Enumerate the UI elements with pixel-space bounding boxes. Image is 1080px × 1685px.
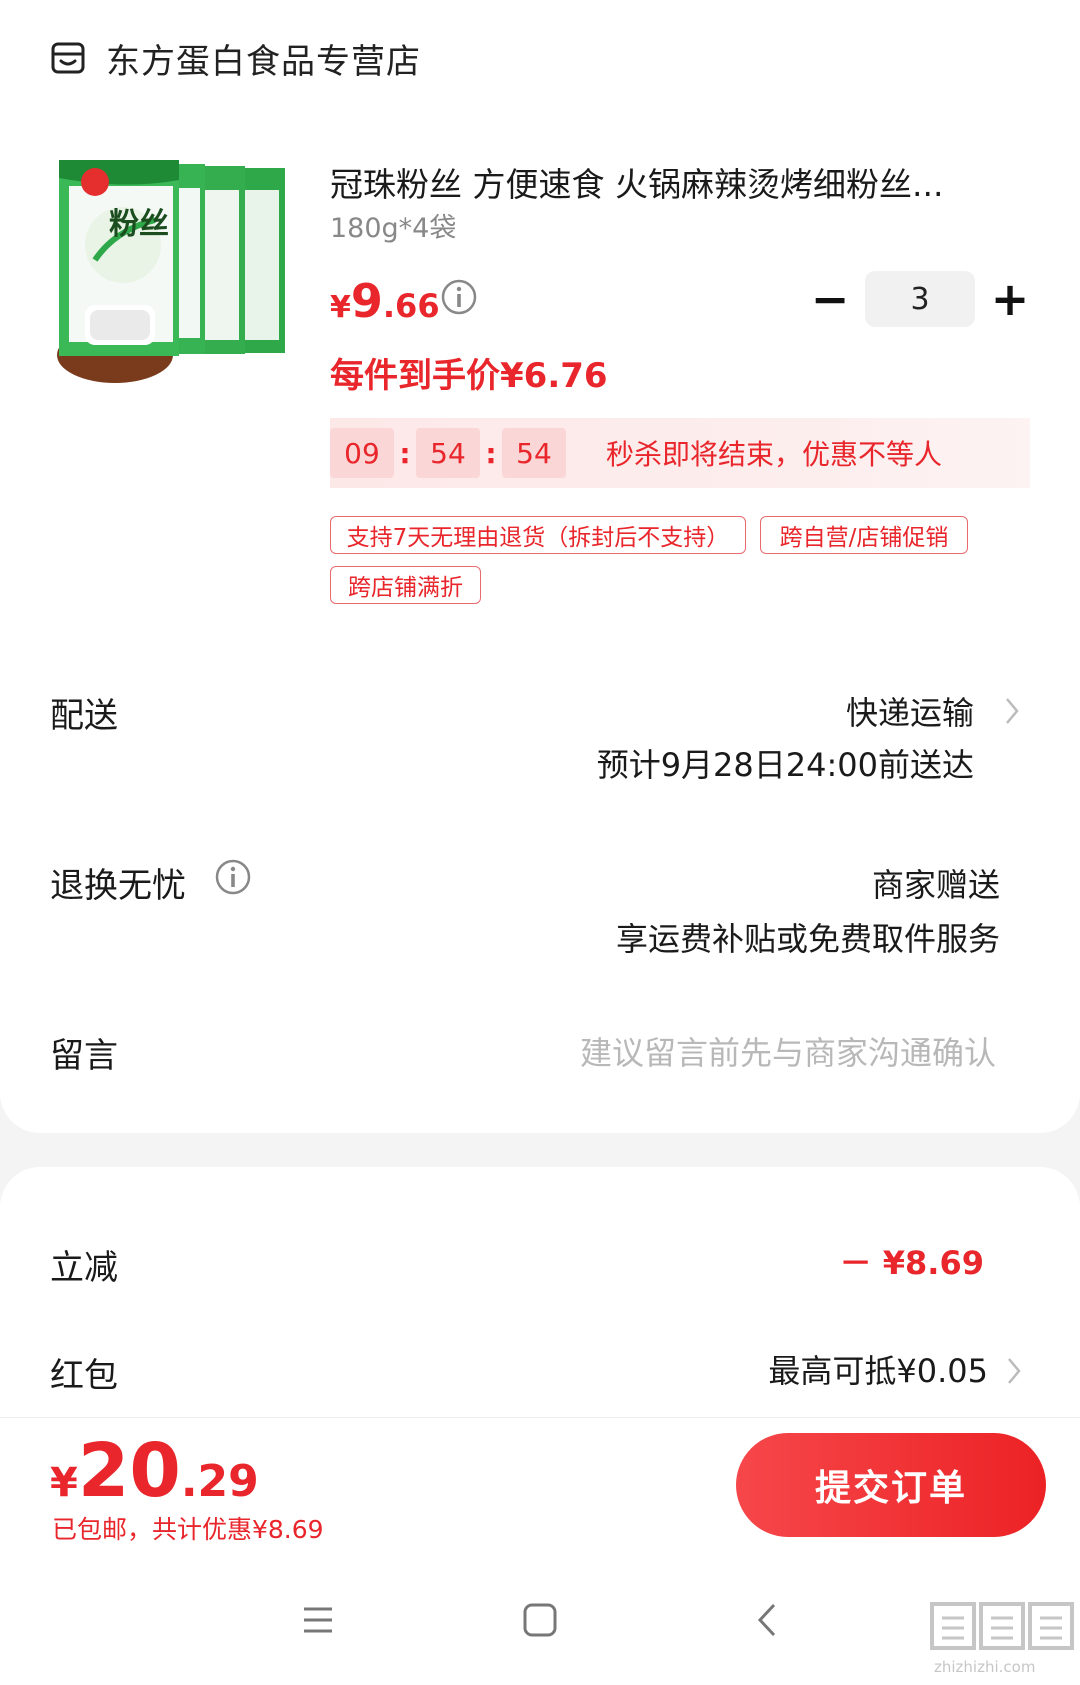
redpacket-label: 红包 (50, 1356, 118, 1396)
increase-button[interactable]: + (980, 270, 1040, 328)
countdown-message: 秒杀即将结束，优惠不等人 (606, 438, 943, 471)
price-integer: 9 (350, 274, 383, 328)
store-row[interactable]: 东方蛋白食品专营店 (50, 34, 421, 82)
delivery-eta: 预计9月28日24:00前送达 (596, 746, 974, 784)
home-icon[interactable] (520, 1600, 560, 1640)
watermark-url: zhizhizhi.com (934, 1658, 1035, 1676)
total-integer: 20 (77, 1428, 181, 1514)
redpacket-value[interactable]: 最高可抵¥0.05 (768, 1346, 988, 1392)
countdown-seconds: 54 (502, 428, 566, 478)
tag-cross-promo[interactable]: 跨自营/店铺促销 (760, 516, 968, 554)
message-label: 留言 (50, 1036, 118, 1076)
countdown-hours: 09 (330, 428, 394, 478)
back-icon[interactable] (748, 1600, 788, 1640)
total-symbol: ¥ (50, 1460, 78, 1506)
total-decimal: .29 (180, 1456, 259, 1507)
decrease-button[interactable]: − (800, 270, 860, 328)
total-savings-note: 已包邮，共计优惠¥8.69 (52, 1515, 324, 1544)
quantity-value[interactable]: 3 (865, 271, 975, 327)
store-name: 东方蛋白食品专营店 (106, 41, 421, 82)
countdown-minutes: 54 (416, 428, 480, 478)
tag-return-policy[interactable]: 支持7天无理由退货（拆封后不支持） (330, 516, 746, 554)
product-title[interactable]: 冠珠粉丝 方便速食 火锅麻辣烫烤细粉丝... (330, 158, 1010, 206)
price-decimal: .66 (382, 287, 440, 325)
returns-service: 享运费补贴或免费取件服务 (615, 920, 1000, 958)
total-price: ¥ 20 .29 (50, 1428, 259, 1514)
returns-gift: 商家赠送 (871, 866, 1000, 904)
returns-info-icon[interactable] (214, 858, 252, 896)
store-icon (51, 42, 85, 74)
discount-value: － ¥8.69 (839, 1244, 984, 1282)
unit-price: ¥ 9 .66 (330, 274, 440, 328)
product-image-text: 粉丝 (109, 207, 169, 242)
delivery-label: 配送 (50, 696, 118, 736)
product-spec[interactable]: 180g*4袋 (330, 206, 456, 245)
chevron-right-icon[interactable] (1004, 696, 1020, 726)
flash-sale-countdown: 09 : 54 : 54 秒杀即将结束，优惠不等人 (330, 418, 1030, 488)
delivery-method[interactable]: 快递运输 (846, 688, 974, 734)
price-symbol: ¥ (330, 290, 351, 325)
tag-store-discount[interactable]: 跨店铺满折 (330, 566, 481, 604)
quantity-stepper: − 3 + (800, 270, 1040, 328)
chevron-right-icon[interactable] (1006, 1356, 1022, 1386)
discount-label: 立减 (50, 1248, 118, 1288)
price-info-icon[interactable] (440, 278, 478, 316)
site-watermark: zhizhizhi.com (930, 1602, 1074, 1676)
message-input[interactable]: 建议留言前先与商家沟通确认 (580, 1028, 996, 1074)
returns-label: 退换无忧 (50, 866, 186, 906)
countdown-separator: : (399, 436, 411, 470)
submit-order-button[interactable]: 提交订单 (736, 1433, 1046, 1537)
product-image[interactable]: 粉丝 (55, 160, 300, 400)
menu-icon[interactable] (298, 1600, 338, 1640)
countdown-separator: : (485, 436, 497, 470)
final-unit-price: 每件到手价¥6.76 (330, 356, 608, 396)
